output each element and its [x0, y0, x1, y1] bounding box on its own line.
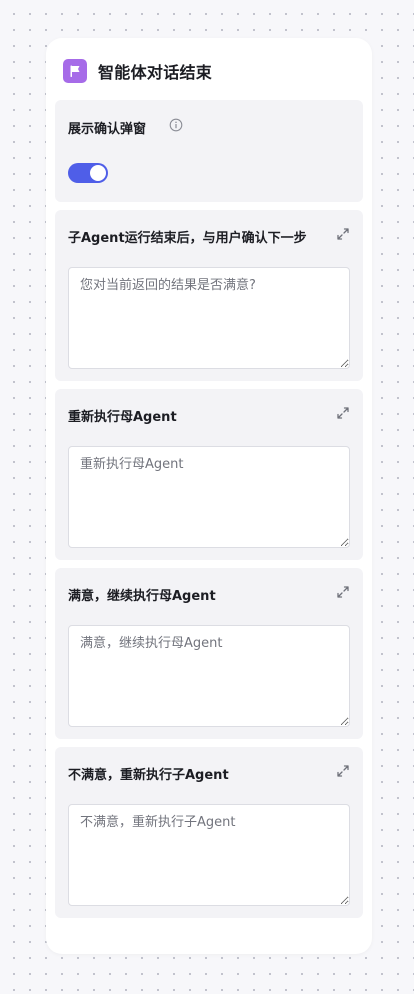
rerun-parent-agent-textarea[interactable] — [68, 446, 350, 548]
flag-icon — [63, 59, 87, 83]
field-section-satisfied-continue: 满意，继续执行母Agent — [55, 568, 363, 739]
confirm-popup-section: 展示确认弹窗 — [55, 100, 363, 202]
unsatisfied-rerun-child-textarea[interactable] — [68, 804, 350, 906]
node-title: 智能体对话结束 — [98, 63, 213, 82]
field-label: 重新执行母Agent — [68, 410, 177, 425]
info-icon[interactable] — [169, 118, 183, 132]
confirm-popup-toggle[interactable] — [68, 163, 108, 183]
expand-icon[interactable] — [336, 585, 350, 599]
confirm-popup-label: 展示确认弹窗 — [68, 122, 147, 137]
toggle-knob — [90, 165, 106, 181]
field-label: 子Agent运行结束后，与用户确认下一步 — [68, 231, 307, 246]
field-label: 满意，继续执行母Agent — [68, 589, 216, 604]
confirm-next-step-textarea[interactable] — [68, 267, 350, 369]
field-section-confirm-next-step: 子Agent运行结束后，与用户确认下一步 — [55, 210, 363, 381]
expand-icon[interactable] — [336, 406, 350, 420]
field-label: 不满意，重新执行子Agent — [68, 768, 229, 783]
node-header: 智能体对话结束 — [63, 59, 212, 83]
satisfied-continue-textarea[interactable] — [68, 625, 350, 727]
expand-icon[interactable] — [336, 764, 350, 778]
field-section-unsatisfied-rerun-child: 不满意，重新执行子Agent — [55, 747, 363, 918]
expand-icon[interactable] — [336, 227, 350, 241]
field-section-rerun-parent-agent: 重新执行母Agent — [55, 389, 363, 560]
agent-end-node-card: 智能体对话结束 展示确认弹窗 子Agent运行结束后，与用户确认下一步 重新执行… — [46, 38, 372, 954]
